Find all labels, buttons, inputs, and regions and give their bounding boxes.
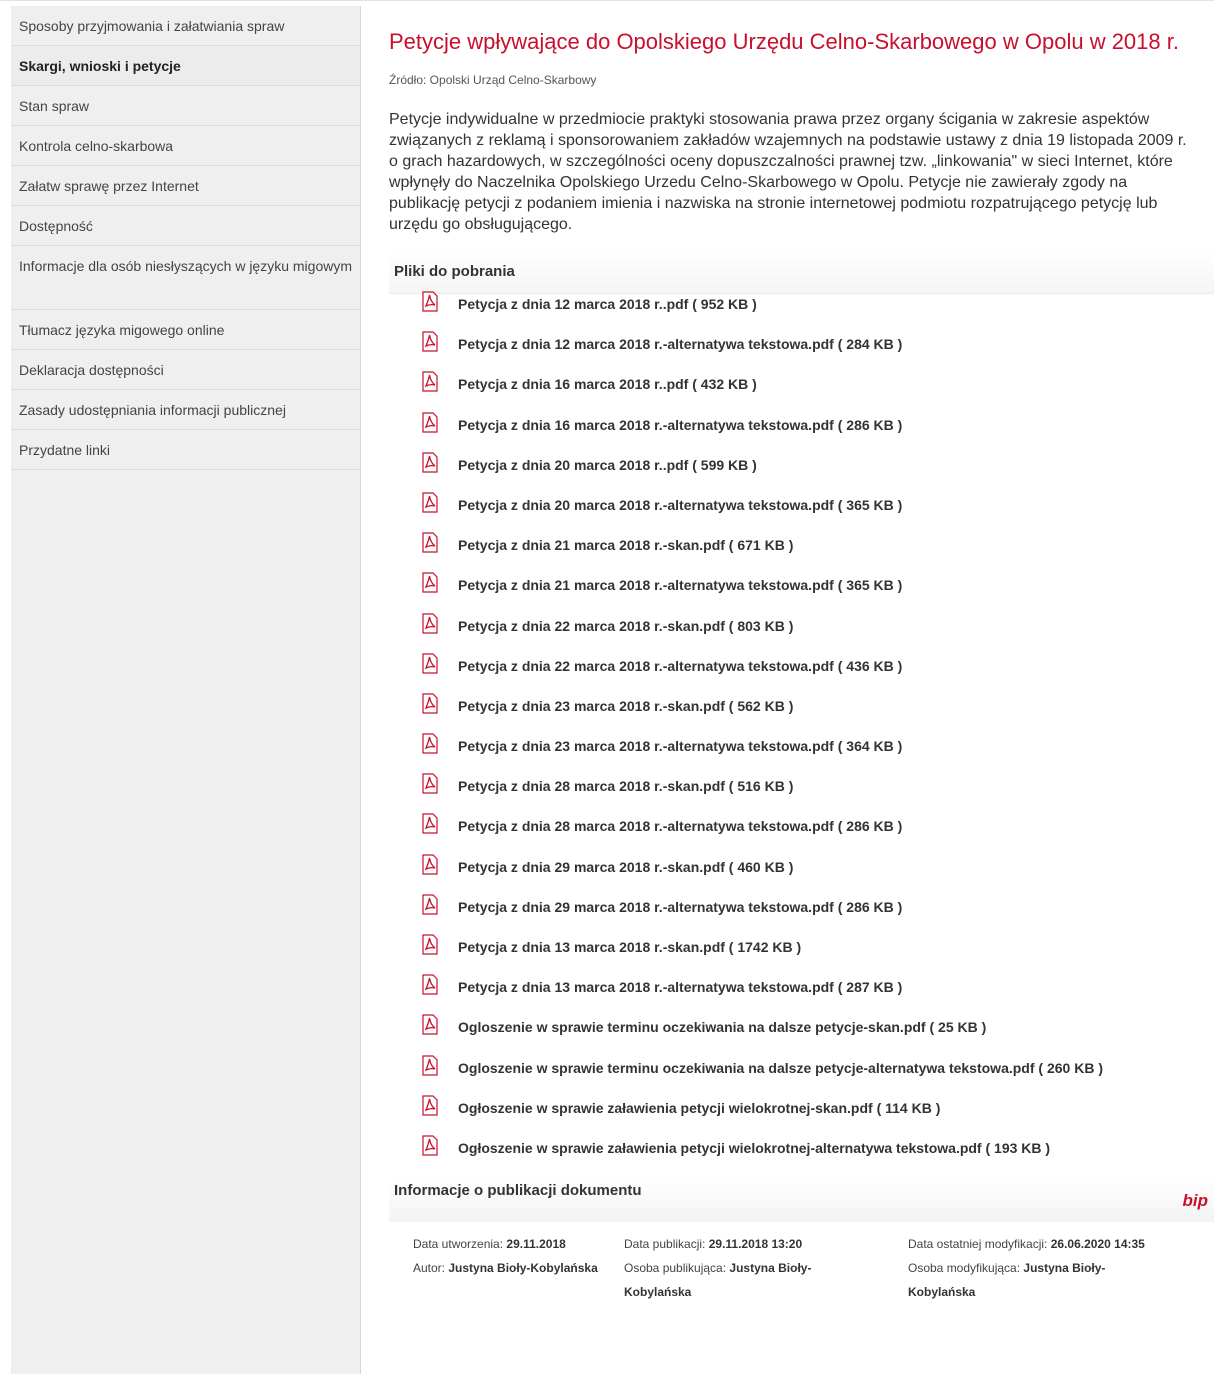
file-item[interactable]: Petycja z dnia 23 marca 2018 r.-skan.pdf…	[389, 693, 1214, 736]
sidebar-item-deklaracja[interactable]: Deklaracja dostępności	[11, 350, 360, 390]
sidebar-item-sposoby[interactable]: Sposoby przyjmowania i załatwiania spraw	[11, 6, 360, 46]
bip-logo[interactable]: bip	[1183, 1191, 1209, 1211]
pdf-icon	[422, 452, 438, 473]
sidebar-item-zasady[interactable]: Zasady udostępniania informacji publiczn…	[11, 390, 360, 430]
pdf-icon	[422, 934, 438, 955]
file-link[interactable]: Petycja z dnia 23 marca 2018 r.-skan.pdf…	[458, 698, 793, 714]
pdf-icon	[422, 854, 438, 875]
file-list: Petycja z dnia 12 marca 2018 r..pdf ( 95…	[389, 291, 1214, 1178]
file-link[interactable]: Petycja z dnia 21 marca 2018 r.-alternat…	[458, 577, 902, 593]
file-link[interactable]: Petycja z dnia 12 marca 2018 r.-alternat…	[458, 336, 902, 352]
file-item[interactable]: Petycja z dnia 29 marca 2018 r.-alternat…	[389, 894, 1214, 937]
file-item[interactable]: Petycja z dnia 16 marca 2018 r..pdf ( 43…	[389, 371, 1214, 414]
file-link[interactable]: Petycja z dnia 20 marca 2018 r..pdf ( 59…	[458, 457, 757, 473]
pdf-icon	[422, 773, 438, 794]
file-link[interactable]: Petycja z dnia 28 marca 2018 r.-alternat…	[458, 818, 902, 834]
pdf-icon	[422, 612, 438, 634]
pdf-icon	[422, 894, 438, 915]
file-link[interactable]: Petycja z dnia 23 marca 2018 r.-alternat…	[458, 738, 902, 754]
file-link[interactable]: Ogłoszenie w sprawie załawienia petycji …	[458, 1140, 1050, 1156]
publication-heading: Informacje o publikacji dokumentu bip	[389, 1178, 1214, 1223]
file-link[interactable]: Petycja z dnia 21 marca 2018 r.-skan.pdf…	[458, 537, 793, 553]
file-item[interactable]: Petycja z dnia 21 marca 2018 r.-alternat…	[389, 572, 1214, 615]
pdf-icon	[422, 974, 438, 995]
sidebar-item-skargi[interactable]: Skargi, wnioski i petycje	[11, 46, 360, 86]
source-line: Źródło: Opolski Urząd Celno-Skarbowy	[389, 73, 597, 87]
main-content: Petycje wpływające do Opolskiego Urzędu …	[389, 28, 1214, 1322]
file-link[interactable]: Ogloszenie w sprawie terminu oczekiwania…	[458, 1060, 1103, 1076]
pdf-icon	[422, 813, 438, 835]
pdf-icon	[422, 331, 438, 352]
file-item[interactable]: Petycja z dnia 22 marca 2018 r.-skan.pdf…	[389, 612, 1214, 656]
file-link[interactable]: Petycja z dnia 22 marca 2018 r.-alternat…	[458, 658, 902, 674]
pdf-icon	[422, 1095, 438, 1116]
file-link[interactable]: Petycja z dnia 16 marca 2018 r..pdf ( 43…	[458, 376, 757, 392]
file-item[interactable]: Ogloszenie w sprawie terminu oczekiwania…	[389, 1054, 1214, 1098]
pdf-icon	[422, 1054, 438, 1076]
lead-paragraph: Petycje indywidualne w przedmiocie prakt…	[389, 111, 1187, 233]
file-item[interactable]: Petycja z dnia 23 marca 2018 r.-alternat…	[389, 733, 1214, 776]
file-item[interactable]: Petycja z dnia 29 marca 2018 r.-skan.pdf…	[389, 854, 1214, 897]
file-link[interactable]: Petycja z dnia 20 marca 2018 r.-alternat…	[458, 497, 902, 513]
downloads-heading: Pliki do pobrania	[389, 251, 1214, 294]
file-item[interactable]: Petycja z dnia 12 marca 2018 r..pdf ( 95…	[389, 291, 1214, 334]
pdf-icon	[422, 492, 438, 513]
sidebar-item-stan-spraw[interactable]: Stan spraw	[11, 86, 360, 126]
file-item[interactable]: Petycja z dnia 22 marca 2018 r.-alternat…	[389, 653, 1214, 696]
file-link[interactable]: Petycja z dnia 16 marca 2018 r.-alternat…	[458, 417, 902, 433]
modified-date: Data ostatniej modyfikacji: 26.06.2020 1…	[908, 1237, 1145, 1252]
file-item[interactable]: Petycja z dnia 12 marca 2018 r.-alternat…	[389, 331, 1214, 374]
file-link[interactable]: Petycja z dnia 28 marca 2018 r.-skan.pdf…	[458, 778, 793, 794]
sidebar-item-kontrola[interactable]: Kontrola celno-skarbowa	[11, 126, 360, 166]
pdf-icon	[422, 532, 438, 553]
file-link[interactable]: Petycja z dnia 29 marca 2018 r.-alternat…	[458, 899, 902, 915]
pdf-icon	[422, 411, 438, 433]
file-link[interactable]: Petycja z dnia 13 marca 2018 r.-alternat…	[458, 979, 902, 995]
sidebar-item-zalatw[interactable]: Załatw sprawę przez Internet	[11, 166, 360, 206]
file-item[interactable]: Petycja z dnia 20 marca 2018 r..pdf ( 59…	[389, 452, 1214, 495]
pdf-icon	[422, 371, 438, 392]
pdf-icon	[422, 653, 438, 674]
file-link[interactable]: Petycja z dnia 12 marca 2018 r..pdf ( 95…	[458, 296, 757, 312]
pdf-icon	[422, 572, 438, 593]
pdf-icon	[422, 291, 438, 312]
file-item[interactable]: Petycja z dnia 13 marca 2018 r.-alternat…	[389, 974, 1214, 1017]
sidebar-item-linki[interactable]: Przydatne linki	[11, 430, 360, 470]
file-item[interactable]: Petycja z dnia 28 marca 2018 r.-alternat…	[389, 813, 1214, 856]
pdf-icon	[422, 693, 438, 714]
publication-meta: Data utworzenia: 29.11.2018 Autor: Justy…	[389, 1222, 1214, 1322]
file-link[interactable]: Ogloszenie w sprawie terminu oczekiwania…	[458, 1019, 986, 1035]
file-item[interactable]: Petycja z dnia 21 marca 2018 r.-skan.pdf…	[389, 532, 1214, 575]
pdf-icon	[422, 1135, 438, 1156]
file-item[interactable]: Ogloszenie w sprawie terminu oczekiwania…	[389, 1014, 1214, 1057]
published-date: Data publikacji: 29.11.2018 13:20	[624, 1237, 803, 1252]
sidebar-item-tlumacz[interactable]: Tłumacz języka migowego online	[11, 310, 360, 350]
sidebar-nav: Sposoby przyjmowania i załatwiania spraw…	[11, 6, 361, 1374]
file-item[interactable]: Petycja z dnia 13 marca 2018 r.-skan.pdf…	[389, 934, 1214, 977]
author: Autor: Justyna Bioły-Kobylańska	[413, 1261, 598, 1276]
page-title: Petycje wpływające do Opolskiego Urzędu …	[389, 29, 1179, 54]
file-link[interactable]: Petycja z dnia 22 marca 2018 r.-skan.pdf…	[458, 618, 793, 634]
file-item[interactable]: Petycja z dnia 20 marca 2018 r.-alternat…	[389, 492, 1214, 535]
file-link[interactable]: Ogłoszenie w sprawie załawienia petycji …	[458, 1100, 940, 1116]
created-date: Data utworzenia: 29.11.2018	[413, 1237, 566, 1252]
publication-heading-text: Informacje o publikacji dokumentu	[394, 1182, 642, 1200]
sidebar-item-migowy[interactable]: Informacje dla osób niesłyszących w języ…	[11, 246, 360, 310]
file-item[interactable]: Petycja z dnia 16 marca 2018 r.-alternat…	[389, 411, 1214, 455]
file-link[interactable]: Petycja z dnia 13 marca 2018 r.-skan.pdf…	[458, 939, 801, 955]
pdf-icon	[422, 733, 438, 754]
file-link[interactable]: Petycja z dnia 29 marca 2018 r.-skan.pdf…	[458, 859, 793, 875]
file-item[interactable]: Petycja z dnia 28 marca 2018 r.-skan.pdf…	[389, 773, 1214, 816]
pdf-icon	[422, 1014, 438, 1035]
file-item[interactable]: Ogłoszenie w sprawie załawienia petycji …	[389, 1135, 1214, 1178]
file-item[interactable]: Ogłoszenie w sprawie załawienia petycji …	[389, 1095, 1214, 1138]
sidebar-item-dostepnosc[interactable]: Dostępność	[11, 206, 360, 246]
publisher: Osoba publikująca: Justyna Bioły-Kobylań…	[624, 1261, 812, 1300]
top-divider	[0, 0, 1214, 1]
modifier: Osoba modyfikująca: Justyna Bioły-Kobyla…	[908, 1261, 1106, 1300]
